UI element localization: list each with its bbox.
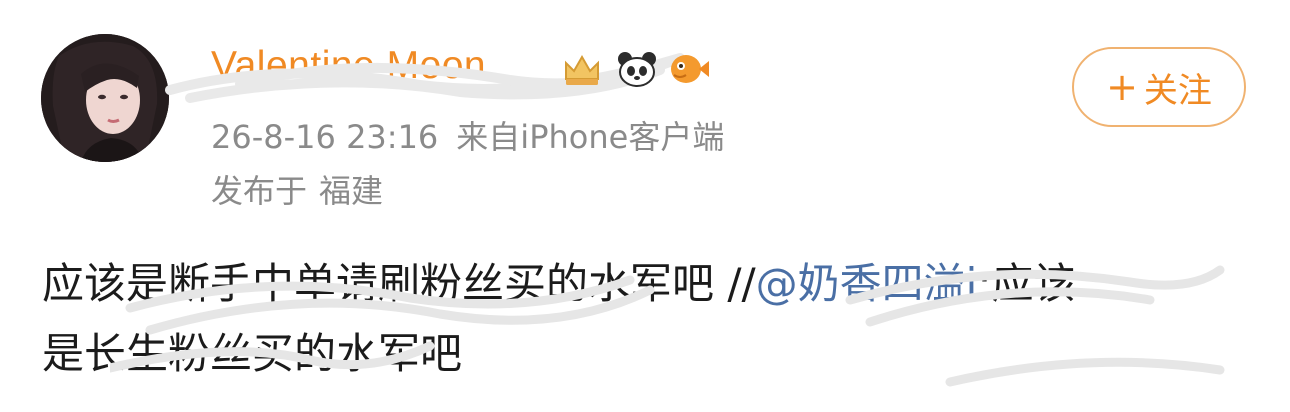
plus-icon: + (1106, 65, 1138, 109)
mention-link[interactable]: @奶香四溢i (756, 259, 978, 308)
avatar[interactable] (41, 34, 169, 162)
post-meta: 26-8-16 23:16 来自iPhone客户端 (211, 112, 724, 158)
source-prefix: 来自 (456, 118, 521, 156)
post-location: 发布于 福建 (211, 166, 383, 212)
post-text-tail: :应该 (977, 259, 1076, 308)
timestamp[interactable]: 26-8-16 23:16 (211, 118, 438, 156)
fish-icon (671, 55, 709, 83)
crown-badge-icon (565, 54, 599, 85)
panda-icon (618, 52, 656, 87)
username[interactable]: Valentine Moon (211, 44, 486, 88)
post-text-line-1: 应该是断手中单请刷粉丝买的水军吧 //@奶香四溢i:应该 (42, 250, 1075, 311)
post-text-line-2: 是长生粉丝买的水军吧 (42, 320, 462, 381)
client-name[interactable]: iPhone客户端 (520, 118, 724, 156)
location-place: 福建 (319, 172, 384, 210)
follow-button-label: 关注 (1143, 70, 1212, 111)
location-prefix: 发布于 (211, 172, 308, 210)
follow-button[interactable]: + 关注 (1072, 47, 1246, 127)
post-text: 应该是断手中单请刷粉丝买的水军吧 // (42, 259, 756, 308)
post-text-continued: 是长生粉丝买的水军吧 (42, 329, 463, 378)
avatar-image (41, 34, 169, 162)
